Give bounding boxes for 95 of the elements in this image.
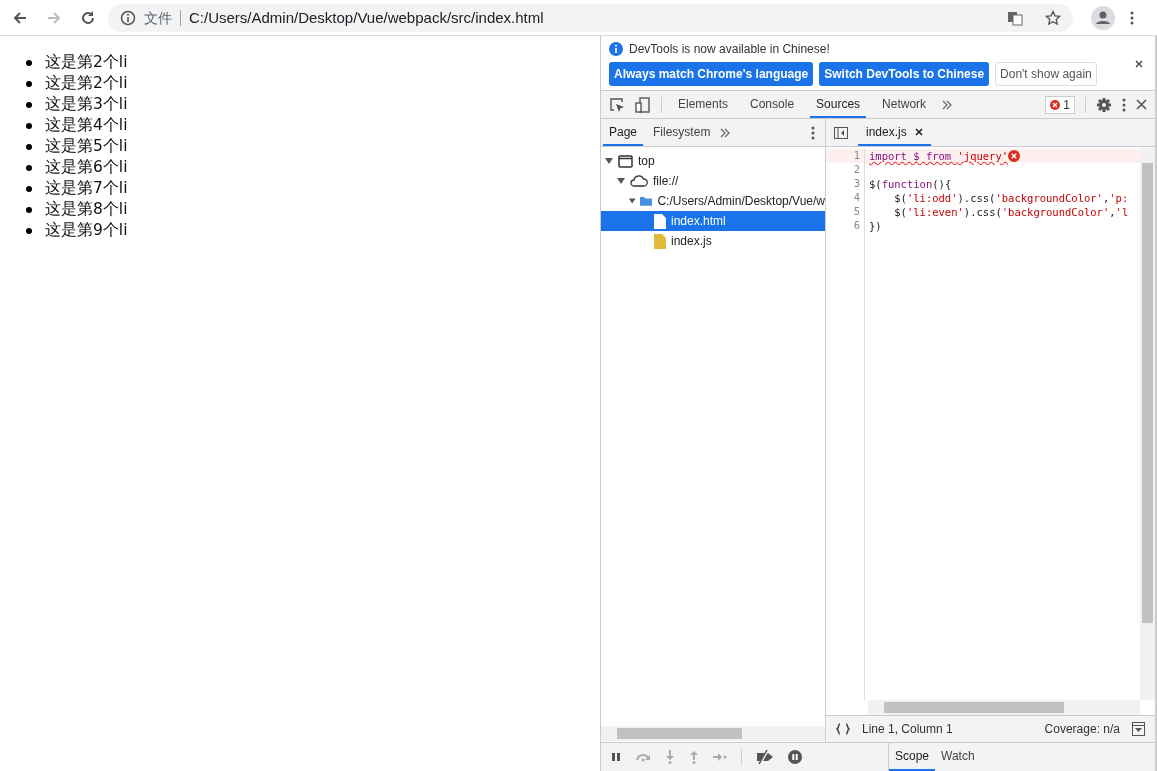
line-number: 2 <box>826 163 865 177</box>
file-tab-label: index.js <box>866 124 907 139</box>
expanded-arrow-icon[interactable] <box>617 177 625 185</box>
bullet-icon <box>26 185 32 192</box>
tree-item[interactable]: file:// <box>601 171 825 191</box>
sidebar-toggle-icon[interactable] <box>834 126 848 139</box>
code-line: }) <box>869 220 882 232</box>
more-icon[interactable] <box>811 125 815 140</box>
tree-item-label: C:/Users/Admin/Desktop/Vue/w <box>657 194 825 208</box>
line-number: 1 <box>826 149 865 163</box>
code-line: $('li:odd').css('backgroundColor','p: <box>893 192 1129 204</box>
list-item-text: 这是第6个li <box>45 157 128 178</box>
sidebar-tab[interactable]: Scope <box>889 743 936 771</box>
sidebar-tab[interactable]: Watch <box>935 743 981 771</box>
close-icon[interactable] <box>914 127 923 136</box>
drawer-toggle-icon[interactable] <box>1132 722 1145 736</box>
list-item-text: 这是第8个li <box>45 199 128 220</box>
more-tabs-icon[interactable] <box>720 127 731 138</box>
reload-icon[interactable] <box>80 9 96 26</box>
coverage-text: Coverage: n/a <box>1044 722 1120 736</box>
bullet-icon <box>26 59 32 66</box>
horizontal-scrollbar[interactable] <box>601 726 825 741</box>
code-line: import $ from 'jquery' <box>869 150 1009 162</box>
security-label: 文件 <box>144 9 181 26</box>
close-icon[interactable] <box>1136 99 1147 110</box>
infobar-message: DevTools is now available in Chinese! <box>629 42 830 56</box>
vertical-scrollbar[interactable] <box>1140 147 1155 700</box>
inspect-icon[interactable] <box>609 96 625 113</box>
devtools-tab[interactable]: Console <box>744 91 801 118</box>
navigator-tab[interactable]: Page <box>603 119 644 146</box>
menu-icon[interactable] <box>1129 9 1135 26</box>
devtools-tab[interactable]: Network <box>876 91 933 118</box>
settings-icon[interactable] <box>1096 96 1112 113</box>
code-line: $(function(){ <box>869 178 952 190</box>
list-item-text: 这是第7个li <box>45 178 128 199</box>
file-icon <box>654 213 666 229</box>
expanded-arrow-icon[interactable] <box>605 157 613 165</box>
tree-item[interactable]: top <box>601 151 825 171</box>
infobar-button[interactable]: Switch DevTools to Chinese <box>819 62 990 86</box>
bullet-icon <box>26 143 32 150</box>
pause-icon[interactable] <box>611 752 621 762</box>
error-count-badge[interactable]: 1 <box>1045 95 1075 114</box>
list-item-text: 这是第4个li <box>45 115 128 136</box>
list-item-text: 这是第3个li <box>45 94 128 115</box>
navigator-tab[interactable]: Filesystem <box>647 119 717 146</box>
url-text: C:/Users/Admin/Desktop/Vue/webpack/src/index.html <box>189 9 544 26</box>
tree-item-label: index.js <box>671 234 712 248</box>
star-icon[interactable] <box>1045 9 1061 26</box>
bullet-icon <box>26 164 32 171</box>
line-number: 5 <box>826 205 865 219</box>
list-item-text: 这是第2个li <box>45 52 128 73</box>
device-icon[interactable] <box>635 96 651 113</box>
error-icon <box>1008 150 1021 162</box>
error-icon <box>1050 99 1061 110</box>
error-count: 1 <box>1063 97 1070 112</box>
pretty-print-icon[interactable] <box>836 723 850 735</box>
more-tabs-icon[interactable] <box>942 99 953 110</box>
info-icon[interactable] <box>120 9 136 26</box>
deactivate-breakpoints-icon[interactable] <box>756 750 774 764</box>
infobar-button[interactable]: Always match Chrome's language <box>609 62 814 86</box>
list-item-text: 这是第9个li <box>45 220 128 241</box>
pause-on-exceptions-icon[interactable] <box>788 750 802 764</box>
bullet-icon <box>26 122 32 129</box>
tree-item[interactable]: index.html <box>601 211 825 231</box>
line-number: 3 <box>826 177 865 191</box>
tree-item[interactable]: C:/Users/Admin/Desktop/Vue/w <box>601 191 825 211</box>
bullet-icon <box>26 101 32 108</box>
back-icon[interactable] <box>12 9 28 26</box>
line-number: 6 <box>826 219 865 233</box>
folder-icon <box>640 195 653 207</box>
devtools-tab[interactable]: Elements <box>672 91 735 118</box>
translate-icon[interactable] <box>1007 9 1023 26</box>
cursor-position: Line 1, Column 1 <box>862 722 953 736</box>
bullet-icon <box>26 206 32 213</box>
infobar-button[interactable]: Don't show again <box>995 62 1097 86</box>
close-icon[interactable] <box>1135 60 1143 68</box>
address-bar[interactable]: 文件 C:/Users/Admin/Desktop/Vue/webpack/src/index.html <box>108 3 1073 32</box>
code-line: $('li:even').css('backgroundColor','l <box>893 206 1129 218</box>
tree-item-label: index.html <box>671 214 726 228</box>
window-icon <box>618 154 633 168</box>
horizontal-scrollbar[interactable] <box>868 700 1140 715</box>
avatar-icon[interactable] <box>1091 5 1115 30</box>
file-icon <box>654 233 666 249</box>
list-item-text: 这是第2个li <box>45 73 128 94</box>
bullet-icon <box>26 80 32 87</box>
cloud-icon <box>630 175 648 187</box>
more-icon[interactable] <box>1122 97 1126 112</box>
info-icon <box>609 42 623 56</box>
tree-item-label: file:// <box>653 174 679 188</box>
tree-item-label: top <box>638 154 655 168</box>
list-item-text: 这是第5个li <box>45 136 128 157</box>
bullet-icon <box>26 227 32 234</box>
line-number: 4 <box>826 191 865 205</box>
expanded-arrow-icon[interactable] <box>629 197 636 205</box>
tree-item[interactable]: index.js <box>601 231 825 251</box>
